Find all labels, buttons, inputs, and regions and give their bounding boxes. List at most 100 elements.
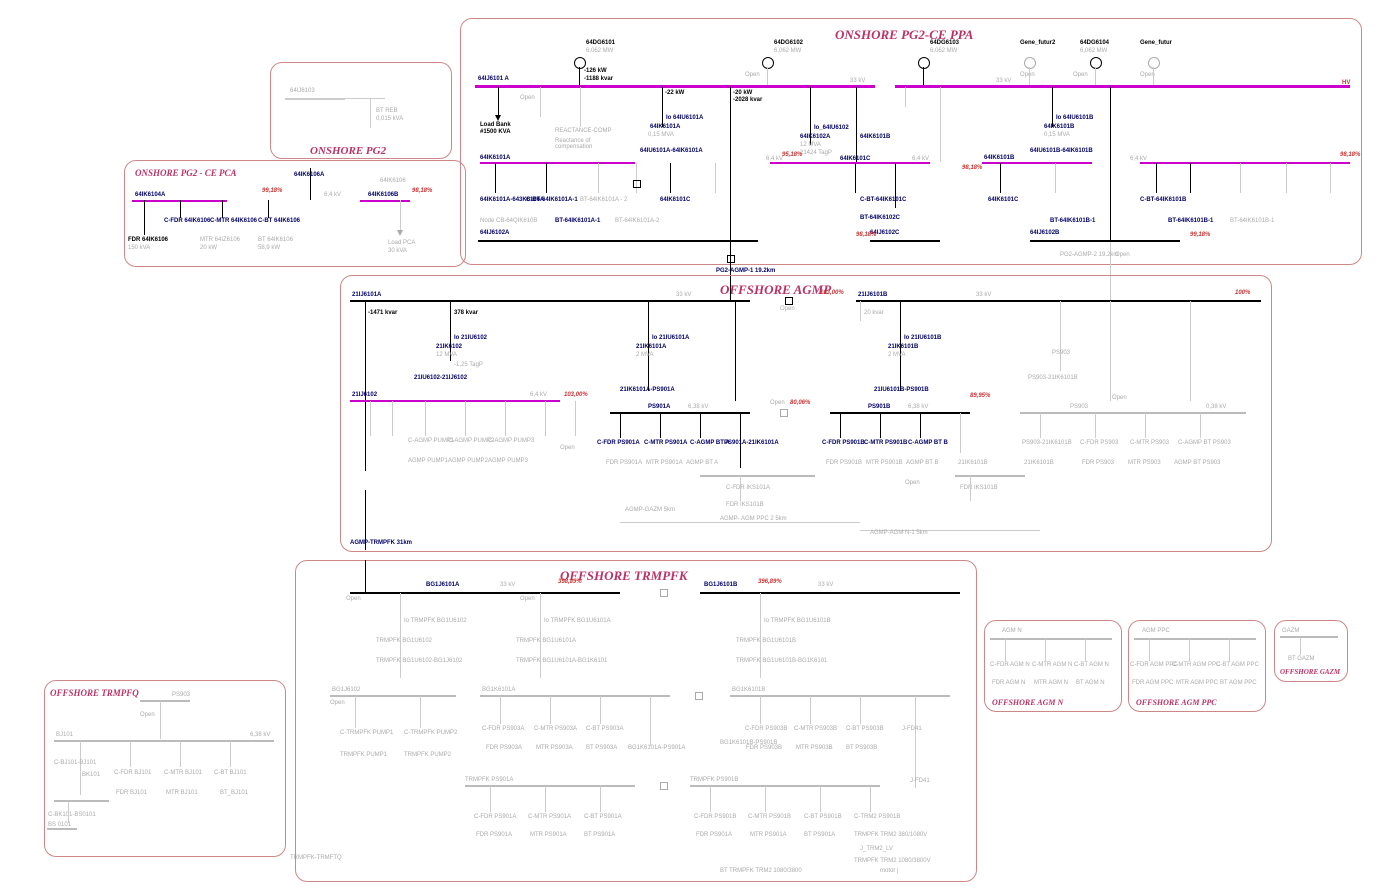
io-64iu01b: Io 64IU6101B xyxy=(1056,115,1093,121)
c-mtr-901b: C-MTR PS901B xyxy=(864,440,907,446)
pb4 xyxy=(960,413,961,453)
gen-mw-1: 6,062 MW xyxy=(586,48,613,54)
load-80: 80,06% xyxy=(790,400,810,406)
bus-BG1J6101A xyxy=(350,592,620,594)
bus-bg1j6102 xyxy=(330,695,456,697)
kv33-l: 33 kV xyxy=(850,78,865,84)
ka4 xyxy=(650,696,651,746)
fdr-bj: FDR BJ101 xyxy=(116,790,147,796)
bg1k01a-lbl: BG1K6101A xyxy=(482,687,515,693)
otagp: -21424 TagP xyxy=(798,150,832,156)
bus-21IJ6102 xyxy=(350,400,560,402)
agmp-bta: AGMP BT A xyxy=(686,460,718,466)
ap2 xyxy=(1189,639,1190,661)
bt-trm2: BT TRMPFK TRM2 1080/3800 xyxy=(720,868,802,874)
kb2 xyxy=(810,696,811,724)
agmp-bt903: AGMP BT PS903 xyxy=(1174,460,1220,466)
bg1u01a: TRMPFK BG1U6101A xyxy=(516,638,576,644)
load-103-1: 103,00% xyxy=(820,290,844,296)
t-in xyxy=(365,560,366,592)
open-t1: Open xyxy=(346,596,361,602)
gen-genefutur xyxy=(1148,57,1160,69)
an2 xyxy=(1045,639,1046,661)
link-bg1u01b: TRMPFK BG1U6101B-BG1K6101 xyxy=(736,658,827,664)
mtr-agmppc: MTR AGM PPC xyxy=(1176,680,1218,686)
gf2-drop xyxy=(1029,67,1030,85)
pb1 xyxy=(840,413,841,438)
react: REACTANCE-COMP xyxy=(555,128,612,134)
loading-95-1: 95,18% xyxy=(782,152,802,158)
c-fdr-901b2: C-FDR PS901B xyxy=(694,814,736,820)
bus-gazm xyxy=(1280,636,1338,638)
t901b-lbl: TRMPFK PS901B xyxy=(690,777,738,783)
c-mtr-903: C-MTR PS903 xyxy=(1130,440,1169,446)
load-390: 398,89% xyxy=(558,579,582,585)
io-bg1u01a: Io TRMPFK BG1U6101A xyxy=(544,618,611,624)
gen-open-4: Open xyxy=(1073,72,1088,78)
c-fd41: J-FD41 xyxy=(902,726,922,732)
mtr-106: MTR 64IZ6106 xyxy=(200,237,240,243)
kv638-a: 6,38 kV xyxy=(688,404,708,410)
bk1 xyxy=(495,163,496,193)
open-p7: Open xyxy=(560,445,575,451)
hv-lbl: HV xyxy=(1342,80,1350,86)
kv64-3: 6,4 kV xyxy=(1130,156,1147,162)
tpump1: TRMPFK PUMP1 xyxy=(340,752,387,758)
d-cable1 xyxy=(730,87,731,247)
load-89: 89,95% xyxy=(970,393,990,399)
title-onshore-pg2: ONSHORE PG2 xyxy=(310,145,386,157)
pca-d1 xyxy=(180,200,181,218)
title-offshore-gazm: OFFSHORE GAZM xyxy=(1280,668,1340,676)
c-fdr-903a: C-FDR PS903A xyxy=(482,726,524,732)
p7 xyxy=(575,401,576,436)
c-tpump1: C-TRMPFK PUMP1 xyxy=(340,730,393,736)
bus-64IJ6102B xyxy=(1030,240,1180,242)
agmp-ppc2-hl xyxy=(620,522,860,523)
bk9 xyxy=(1000,163,1001,193)
c-mtr-106: C-MTR 64IK6106 xyxy=(210,218,257,224)
loading-98-2: 98,18% xyxy=(962,165,982,171)
bus-BG1J6101B xyxy=(700,592,960,594)
sw-21ij-tie xyxy=(785,297,793,305)
c-fdr-903b: C-FDR PS903B xyxy=(745,726,787,732)
gf-drop xyxy=(1153,67,1154,85)
gen-mw-4: 6,062 MW xyxy=(1080,48,1107,54)
bus-PS901A xyxy=(610,412,750,414)
title-offshore-agm-ppc: OFFSHORE AGM PPC xyxy=(1136,698,1217,707)
bus-64IK6101B-r xyxy=(1140,162,1350,164)
pump3: AGMP PUMP3 xyxy=(488,458,528,464)
kv64-1: 6,4 kV xyxy=(766,156,783,162)
bt-903a: BT PS903A xyxy=(586,745,617,751)
mv-015b: 0,15 MVA xyxy=(1044,132,1070,138)
bus-agmn xyxy=(990,638,1112,640)
kv64-21ij02: 6,4 kV xyxy=(530,392,547,398)
io-64iu02: Io_64IU6102 xyxy=(814,125,849,131)
ta1 xyxy=(490,786,491,812)
c-fdr-iks: C-FDR IKS101A xyxy=(726,485,770,491)
mtr-106-kw: 20 kW xyxy=(200,245,217,251)
c-bt-901b: C-BT PS901B xyxy=(804,814,842,820)
gen-64DG6102 xyxy=(762,57,774,69)
21ik01a: 21IK6101A xyxy=(636,344,666,350)
ps901a-lbl: PS901A xyxy=(648,404,670,410)
tb4 xyxy=(870,786,871,812)
link-pg2-ppa xyxy=(345,98,385,99)
cable-agmp1-lbl: PG2-AGMP-1 19.2km xyxy=(716,268,775,274)
bk3 xyxy=(598,163,599,193)
an1 xyxy=(1005,639,1006,661)
c-pump3: C-AGMP PUMP3 xyxy=(488,438,534,444)
kv64-2: 6,4 kV xyxy=(912,156,929,162)
fdr-106: FDR 64IK6106 xyxy=(128,237,168,243)
qd2 xyxy=(80,741,81,795)
a-loadbank xyxy=(495,115,501,121)
flow-378: 378 kvar xyxy=(454,310,478,316)
mtr-agmn: MTR AGM N xyxy=(1034,680,1068,686)
ad1 xyxy=(365,301,366,471)
bus-bk101 xyxy=(54,800,109,802)
ps903-lbl: PS903 xyxy=(1070,404,1088,410)
mtr-903: MTR PS903 xyxy=(1128,460,1161,466)
bk13 xyxy=(1240,163,1241,193)
gen-lbl-f: Gene_futur xyxy=(1140,40,1172,46)
mtr-901a2: MTR PS901A xyxy=(530,832,567,838)
bt-gazm: BT GAZM xyxy=(1288,656,1315,662)
